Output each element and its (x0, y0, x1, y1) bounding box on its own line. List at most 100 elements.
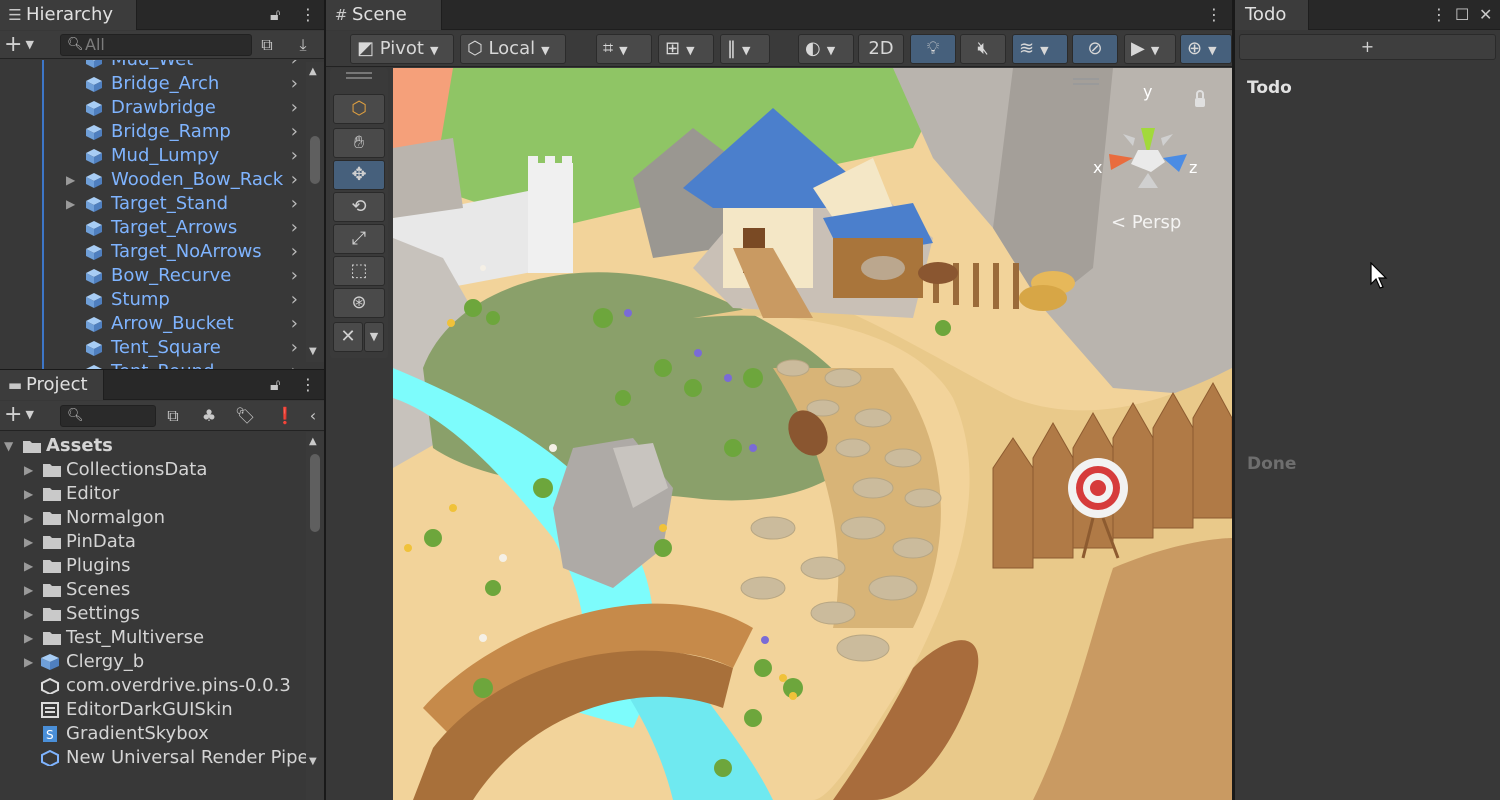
pivot-dropdown[interactable]: ◩ Pivot ▼ (350, 34, 454, 64)
expand-icon[interactable]: ▶ (24, 458, 33, 482)
hand-tool-button[interactable]: ✋︎ (333, 128, 385, 158)
hierarchy-scrollbar[interactable]: ▲ ▼ (306, 62, 324, 362)
project-folder-row[interactable]: ▶ PinData (0, 530, 306, 554)
expand-icon[interactable]: ▶ (24, 482, 33, 506)
project-folder-row[interactable]: ▶ Plugins (0, 554, 306, 578)
project-folder-row[interactable]: ▶ Settings (0, 602, 306, 626)
sort-icon[interactable]: ⤓ (290, 33, 316, 57)
chevron-right-icon[interactable]: › (291, 264, 298, 288)
custom-tool-button[interactable]: ✕ (333, 322, 363, 352)
lock-icon[interactable]: 🔓︎ (270, 370, 280, 400)
chevron-right-icon[interactable]: › (291, 60, 298, 72)
lock-icon[interactable]: 🔓︎ (270, 0, 280, 30)
project-asset-row[interactable]: EditorDarkGUISkin (0, 698, 306, 722)
scroll-up-icon[interactable]: ▲ (309, 436, 317, 447)
expand-icon[interactable]: ▶ (24, 626, 33, 650)
projection-toggle[interactable]: < Persp (1111, 212, 1181, 233)
collapse-icon[interactable]: ‹ (304, 404, 322, 428)
project-asset-row[interactable]: ▶ Clergy_b (0, 650, 306, 674)
kebab-menu-icon[interactable]: ⋮ (300, 0, 316, 30)
expand-icon[interactable]: ▶ (24, 506, 33, 530)
expand-icon[interactable]: ▶ (24, 530, 33, 554)
hierarchy-row[interactable]: Arrow_Bucket › (0, 312, 306, 336)
close-icon[interactable]: ✕ (1479, 0, 1492, 30)
kebab-menu-icon[interactable]: ⋮ (1431, 0, 1447, 30)
custom-tool-dropdown[interactable]: ▼ (364, 322, 384, 352)
hierarchy-row[interactable]: ▶ Wooden_Bow_Rack › (0, 168, 306, 192)
search-scope-icon[interactable]: ⧉ (160, 404, 186, 428)
expand-icon[interactable]: ▶ (24, 554, 33, 578)
filter-by-label-icon[interactable]: 🏷︎ (232, 404, 258, 428)
scale-tool-button[interactable]: ⤢ (333, 224, 385, 254)
scene-visibility-icon[interactable]: ⧉ (254, 33, 280, 57)
hierarchy-row[interactable]: Target_Arrows › (0, 216, 306, 240)
chevron-right-icon[interactable]: › (291, 120, 298, 144)
space-dropdown[interactable]: ⬡ Local ▼ (460, 34, 566, 64)
project-folder-row[interactable]: ▶ Normalgon (0, 506, 306, 530)
expand-icon[interactable]: ▶ (66, 168, 75, 192)
project-root-row[interactable]: ▼ Assets (0, 434, 306, 458)
project-asset-row[interactable]: S GradientSkybox (0, 722, 306, 746)
lighting-toggle[interactable]: 💡︎ (910, 34, 956, 64)
grid-snap-button[interactable]: ⌗ ▼ (596, 34, 652, 64)
chevron-right-icon[interactable]: › (291, 312, 298, 336)
increment-snap-button[interactable]: ⊞ ▼ (658, 34, 714, 64)
effects-dropdown[interactable]: ≋ ▼ (1012, 34, 1068, 64)
hidden-objects-toggle[interactable]: ⊘ (1072, 34, 1118, 64)
add-todo-button[interactable]: + (1239, 34, 1496, 60)
camera-dropdown[interactable]: ▶ ▼ (1124, 34, 1176, 64)
scroll-down-icon[interactable]: ▼ (309, 346, 317, 357)
view-tool-button[interactable]: ⬡ (333, 94, 385, 124)
project-folder-row[interactable]: ▶ CollectionsData (0, 458, 306, 482)
chevron-right-icon[interactable]: › (291, 192, 298, 216)
scroll-thumb[interactable] (310, 136, 320, 184)
tab-todo[interactable]: Todo (1235, 0, 1309, 30)
rotate-tool-button[interactable]: ⟲ (333, 192, 385, 222)
maximize-icon[interactable]: ☐ (1455, 0, 1469, 30)
chevron-right-icon[interactable]: › (291, 72, 298, 96)
project-folder-row[interactable]: ▶ Test_Multiverse (0, 626, 306, 650)
hierarchy-row[interactable]: Mud_Wet › (0, 60, 306, 72)
audio-toggle[interactable]: 🔇︎ (960, 34, 1006, 64)
chevron-right-icon[interactable]: › (291, 360, 298, 369)
chevron-right-icon[interactable]: › (291, 336, 298, 360)
expand-icon[interactable]: ▼ (4, 434, 13, 458)
move-tool-button[interactable]: ✥ (333, 160, 385, 190)
hierarchy-row[interactable]: ▶ Target_Stand › (0, 192, 306, 216)
kebab-menu-icon[interactable]: ⋮ (1206, 0, 1222, 30)
create-dropdown-button[interactable]: + ▼ (4, 403, 34, 427)
ruler-button[interactable]: ‖ ▼ (720, 34, 770, 64)
create-dropdown-button[interactable]: + ▼ (4, 33, 34, 57)
expand-icon[interactable]: ▶ (24, 578, 33, 602)
project-folder-row[interactable]: ▶ Scenes (0, 578, 306, 602)
project-search-input[interactable]: 🔍︎ (60, 405, 156, 427)
warning-icon[interactable]: ❗ (272, 404, 298, 428)
hierarchy-row[interactable]: Tent_Square › (0, 336, 306, 360)
scroll-up-icon[interactable]: ▲ (309, 66, 317, 77)
gizmos-dropdown[interactable]: ⊕ ▼ (1180, 34, 1232, 64)
expand-icon[interactable]: ▶ (66, 192, 75, 216)
hierarchy-row[interactable]: Stump › (0, 288, 306, 312)
scene-viewport[interactable]: y x z < Persp (393, 68, 1232, 800)
drag-handle[interactable] (346, 72, 372, 74)
chevron-right-icon[interactable]: › (291, 96, 298, 120)
project-scrollbar[interactable]: ▲ ▼ (306, 432, 324, 800)
chevron-right-icon[interactable]: › (291, 144, 298, 168)
hierarchy-search-input[interactable]: 🔍︎ All (60, 34, 252, 56)
tab-hierarchy[interactable]: ☰ Hierarchy (0, 0, 137, 30)
hierarchy-row[interactable]: Drawbridge › (0, 96, 306, 120)
rect-tool-button[interactable]: ⬚ (333, 256, 385, 286)
hierarchy-row[interactable]: Target_NoArrows › (0, 240, 306, 264)
hierarchy-row[interactable]: Bridge_Arch › (0, 72, 306, 96)
chevron-right-icon[interactable]: › (291, 288, 298, 312)
filter-by-type-icon[interactable]: ♣ (196, 404, 222, 428)
hierarchy-row[interactable]: Bow_Recurve › (0, 264, 306, 288)
expand-icon[interactable]: ▶ (24, 650, 33, 674)
hierarchy-row[interactable]: Tent_Round › (0, 360, 306, 369)
expand-icon[interactable]: ▶ (24, 602, 33, 626)
project-folder-row[interactable]: ▶ Editor (0, 482, 306, 506)
tab-scene[interactable]: # Scene (326, 0, 442, 30)
hierarchy-row[interactable]: Mud_Lumpy › (0, 144, 306, 168)
project-asset-row[interactable]: New Universal Render Pipe (0, 746, 306, 770)
tab-project[interactable]: ▬ Project (0, 370, 104, 400)
